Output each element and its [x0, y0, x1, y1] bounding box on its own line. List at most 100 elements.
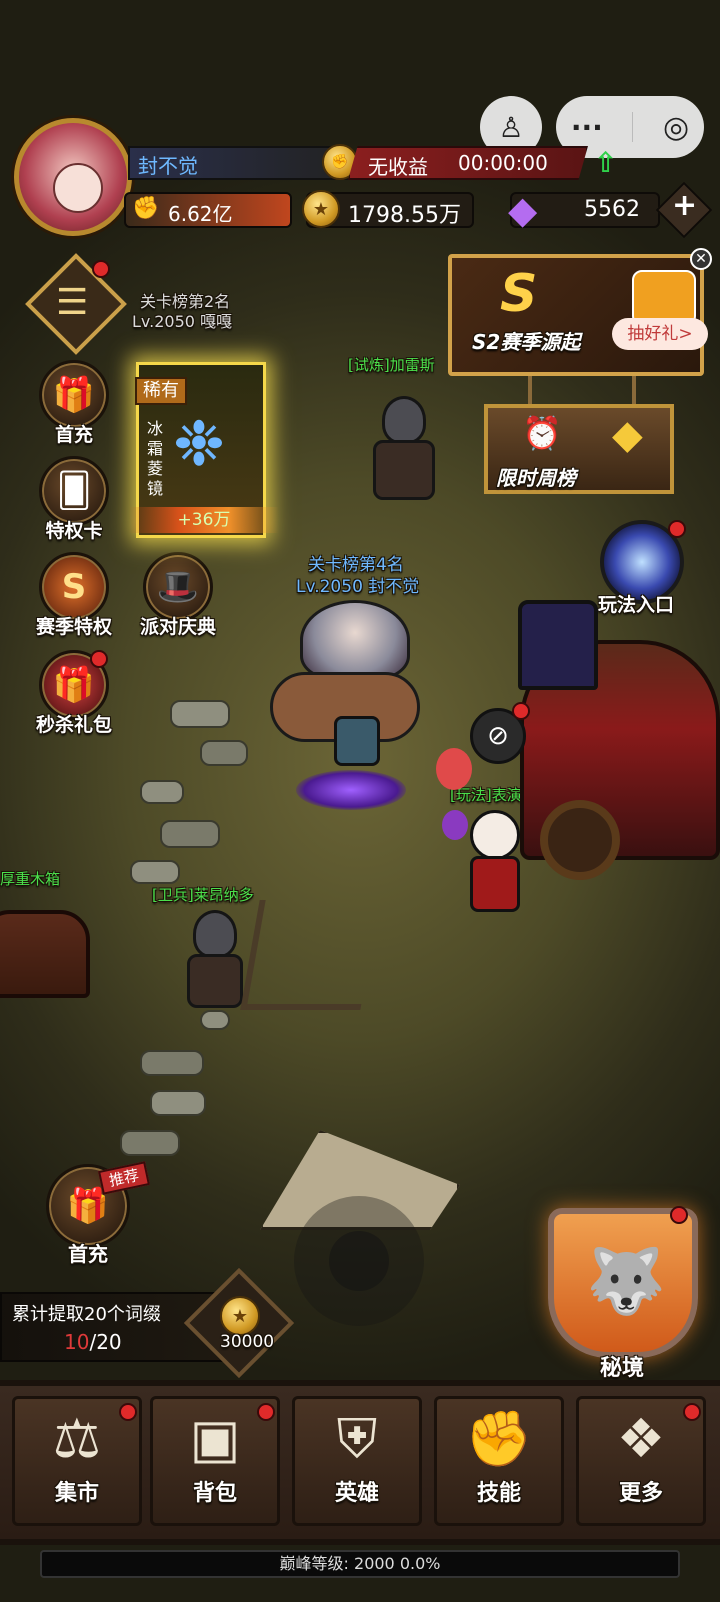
- secret-realm-button[interactable]: 🐺: [548, 1208, 698, 1358]
- quest-progress: 10/20: [64, 1330, 122, 1354]
- dead-tree: [240, 900, 380, 1010]
- npc-body: [187, 954, 243, 1008]
- nav-label: 更多: [618, 1481, 663, 1506]
- menu-label: 秒杀礼包: [35, 714, 112, 736]
- chest-name[interactable]: 厚重木箱: [0, 868, 60, 889]
- rare-item-card[interactable]: 稀有 冰霜菱镜 ❉ +36万: [129, 362, 279, 538]
- nav-backpack[interactable]: ▣ 背包: [150, 1396, 280, 1526]
- clown-body: [470, 856, 520, 912]
- draw-gift-button[interactable]: 抽好礼>: [612, 318, 708, 350]
- path-stone: [200, 740, 248, 766]
- quest-text: 累计提取20个词缀: [12, 1304, 161, 1325]
- player-name: 封不觉: [138, 154, 198, 178]
- path-stone: [120, 1130, 180, 1156]
- quest-reward-amount: 30000: [220, 1332, 275, 1352]
- menu-first-recharge[interactable]: 🎁 首充: [32, 360, 116, 447]
- season-badge: S: [500, 264, 538, 324]
- magic-hat: [518, 600, 598, 690]
- diamond-value: 5562: [584, 197, 640, 222]
- player-name-bar: 封不觉 ✊: [128, 144, 358, 180]
- nav-label: 背包: [192, 1481, 237, 1506]
- fire-fist-icon: ✊: [465, 1407, 533, 1470]
- arrow-up-icon: ⇧: [594, 146, 618, 179]
- season-banner[interactable]: S S2赛季源起: [448, 254, 704, 376]
- menu-party-celebration[interactable]: 🎩 派对庆典: [136, 552, 220, 639]
- menu-label: 首充: [54, 424, 93, 446]
- clown-face: [470, 810, 520, 860]
- fist-icon: ✊: [132, 196, 160, 221]
- npc-helmet: [382, 396, 426, 444]
- menu-label: 赛季特权: [35, 616, 112, 638]
- path-stone: [160, 820, 220, 848]
- season-title: S2赛季源起: [472, 330, 581, 354]
- player-avatar[interactable]: [14, 118, 132, 236]
- gold-coin-icon: ★: [302, 190, 340, 228]
- notification-dot: [512, 702, 530, 720]
- wagon-wheel: [540, 800, 620, 880]
- guard-npc-name[interactable]: [卫兵]莱昂纳多: [152, 884, 254, 905]
- secret-realm-label: 秘境: [600, 1356, 645, 1381]
- wooden-chest[interactable]: [0, 910, 90, 998]
- npc-body: [373, 440, 435, 500]
- path-stone: [140, 780, 184, 804]
- notification-dot: [92, 260, 110, 278]
- performer-npc[interactable]: [460, 810, 530, 912]
- nav-hero[interactable]: ⛨ 英雄: [292, 1396, 422, 1526]
- income-label: 无收益: [368, 155, 428, 179]
- weekly-board-label: 限时周榜: [496, 466, 576, 490]
- menu-label: 特权卡: [45, 520, 103, 542]
- nav-more[interactable]: ❖ 更多: [576, 1396, 706, 1526]
- notification-dot: [683, 1403, 701, 1421]
- rank2-level: Lv.2050 嘎嘎: [132, 312, 233, 331]
- rank4-level: Lv.2050 封不觉: [296, 577, 420, 597]
- helmet-icon: ⛨: [336, 1407, 378, 1470]
- quest-progress-current: 10: [64, 1330, 90, 1354]
- crystal-icon: ◆: [612, 412, 643, 458]
- robot-pet: [334, 716, 380, 766]
- more-dots-icon[interactable]: ···: [571, 111, 603, 144]
- recharge-label: 首充: [68, 1242, 108, 1266]
- nav-market[interactable]: ⚖ 集市: [12, 1396, 142, 1526]
- nav-label: 集市: [54, 1481, 99, 1506]
- list-menu-icon: ☰: [56, 282, 89, 323]
- notification-dot: [90, 650, 108, 668]
- menu-season-privilege[interactable]: S 赛季特权: [32, 552, 116, 639]
- notification-dot: [668, 520, 686, 538]
- ice-wings-icon: ❉: [173, 407, 225, 480]
- red-balloon: [436, 748, 472, 790]
- virtual-joystick[interactable]: [294, 1196, 424, 1326]
- trial-npc-name[interactable]: [试炼]加雷斯: [348, 354, 435, 375]
- avatar-face: [53, 163, 103, 213]
- notification-dot: [257, 1403, 275, 1421]
- gold-coin-icon: ★: [220, 1296, 260, 1336]
- joystick-icon: ♙: [498, 110, 524, 144]
- path-stone: [140, 1050, 204, 1076]
- wolf-head-icon: 🐺: [586, 1245, 666, 1319]
- income-timer: 00:00:00: [458, 151, 548, 175]
- rarity-badge: 稀有: [135, 377, 187, 405]
- player-character-head[interactable]: [300, 600, 410, 680]
- weekly-board-sign[interactable]: ⏰ ◆ 限时周榜: [484, 404, 674, 494]
- joystick-knob[interactable]: [329, 1231, 389, 1291]
- menu-flash-gift[interactable]: 🎁 秒杀礼包: [32, 650, 116, 737]
- close-target-icon[interactable]: ◎: [663, 110, 689, 145]
- close-banner-icon[interactable]: ✕: [690, 248, 712, 270]
- power-bar: ✊ 6.62亿: [124, 192, 292, 228]
- nav-skill[interactable]: ✊ 技能: [434, 1396, 564, 1526]
- path-stone: [170, 700, 230, 728]
- summon-circle: [296, 770, 406, 810]
- menu-privilege-card[interactable]: 🂠 特权卡: [32, 456, 116, 543]
- play-entry-label: 玩法入口: [598, 594, 675, 616]
- gold-bar: ★ 1798.55万: [302, 190, 474, 228]
- path-stone: [130, 860, 180, 884]
- diamond-icon: ◆: [508, 188, 538, 232]
- power-value: 6.62亿: [168, 202, 233, 226]
- guard-npc[interactable]: [180, 910, 250, 1008]
- trial-npc[interactable]: [364, 396, 444, 500]
- diamond-bar: ◆ 5562: [508, 188, 660, 232]
- path-stone: [200, 1010, 230, 1030]
- peak-level-bar: 巅峰等级: 2000 0.0%: [40, 1550, 680, 1578]
- alarm-clock-icon: ⏰: [522, 414, 562, 452]
- income-bar[interactable]: 无收益 00:00:00: [348, 146, 588, 180]
- gold-value: 1798.55万: [348, 203, 461, 228]
